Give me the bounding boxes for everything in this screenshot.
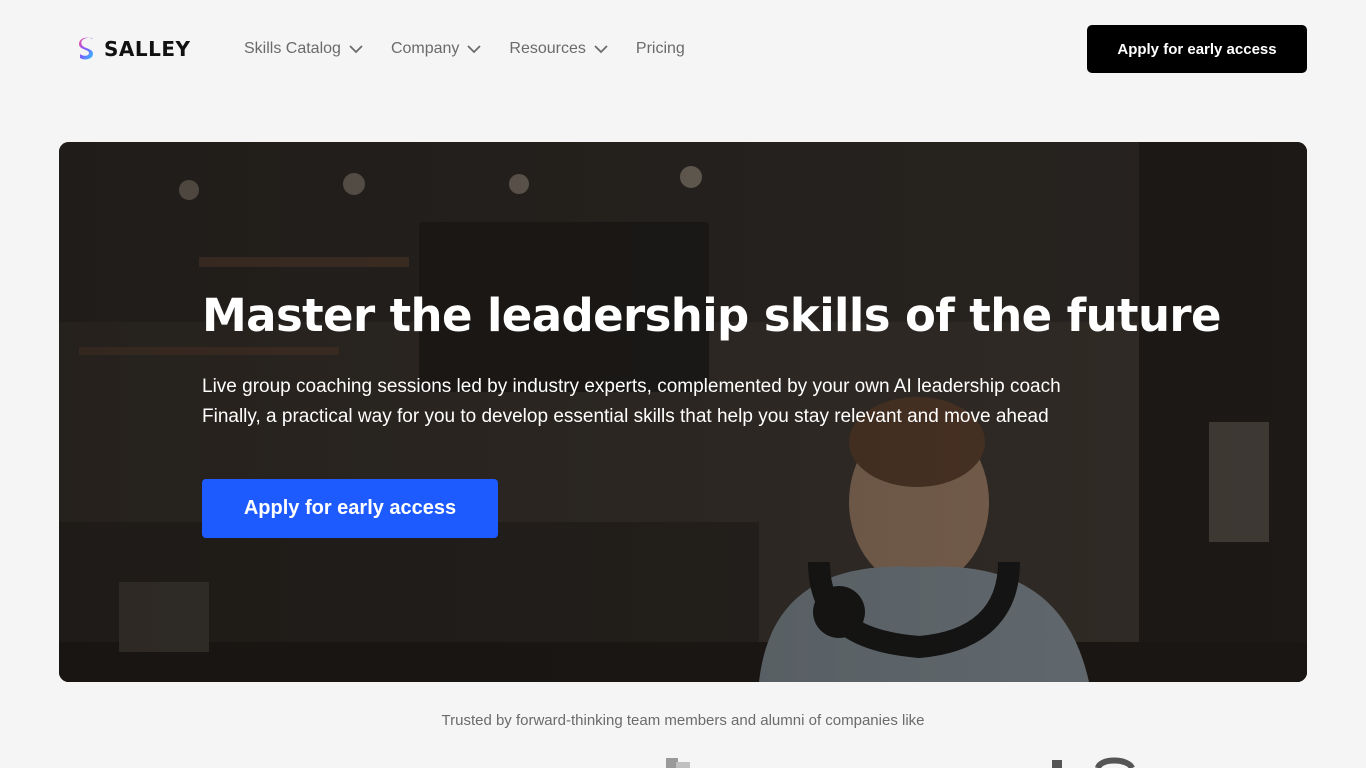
apply-early-access-button-top[interactable]: Apply for early access <box>1087 25 1307 73</box>
top-navbar: SALLEY Skills Catalog Company Resources … <box>0 0 1366 96</box>
nav-item-label: Skills Catalog <box>244 40 341 57</box>
hero-subtitle-line-2: Finally, a practical way for you to deve… <box>202 406 1049 427</box>
hero-title: Master the leadership skills of the futu… <box>202 289 1222 342</box>
apply-early-access-button-hero[interactable]: Apply for early access <box>202 479 498 538</box>
nav-item-skills-catalog[interactable]: Skills Catalog <box>244 40 363 58</box>
main-menu: Skills Catalog Company Resources Pricing <box>244 38 713 60</box>
nav-item-pricing[interactable]: Pricing <box>636 40 685 58</box>
nav-item-label: Company <box>390 40 460 57</box>
hero-subtitle: Live group coaching sessions led by indu… <box>202 372 1202 432</box>
nav-item-label: Pricing <box>635 40 685 57</box>
chevron-down-icon <box>594 44 608 53</box>
nav-item-label: Resources <box>509 40 586 57</box>
hero-banner: Master the leadership skills of the futu… <box>59 142 1307 682</box>
nav-item-resources[interactable]: Resources <box>509 40 608 58</box>
salley-logo-icon <box>79 37 93 60</box>
chevron-down-icon <box>467 44 482 53</box>
brand-name: SALLEY <box>104 37 191 61</box>
nav-item-company[interactable]: Company <box>390 40 482 58</box>
company-logos-strip <box>666 757 1135 768</box>
hero-subtitle-line-1: Live group coaching sessions led by indu… <box>202 376 1061 397</box>
chevron-down-icon <box>349 44 363 53</box>
brand-logo[interactable]: SALLEY <box>77 36 191 62</box>
trusted-by-text: Trusted by forward-thinking team members… <box>441 712 925 729</box>
